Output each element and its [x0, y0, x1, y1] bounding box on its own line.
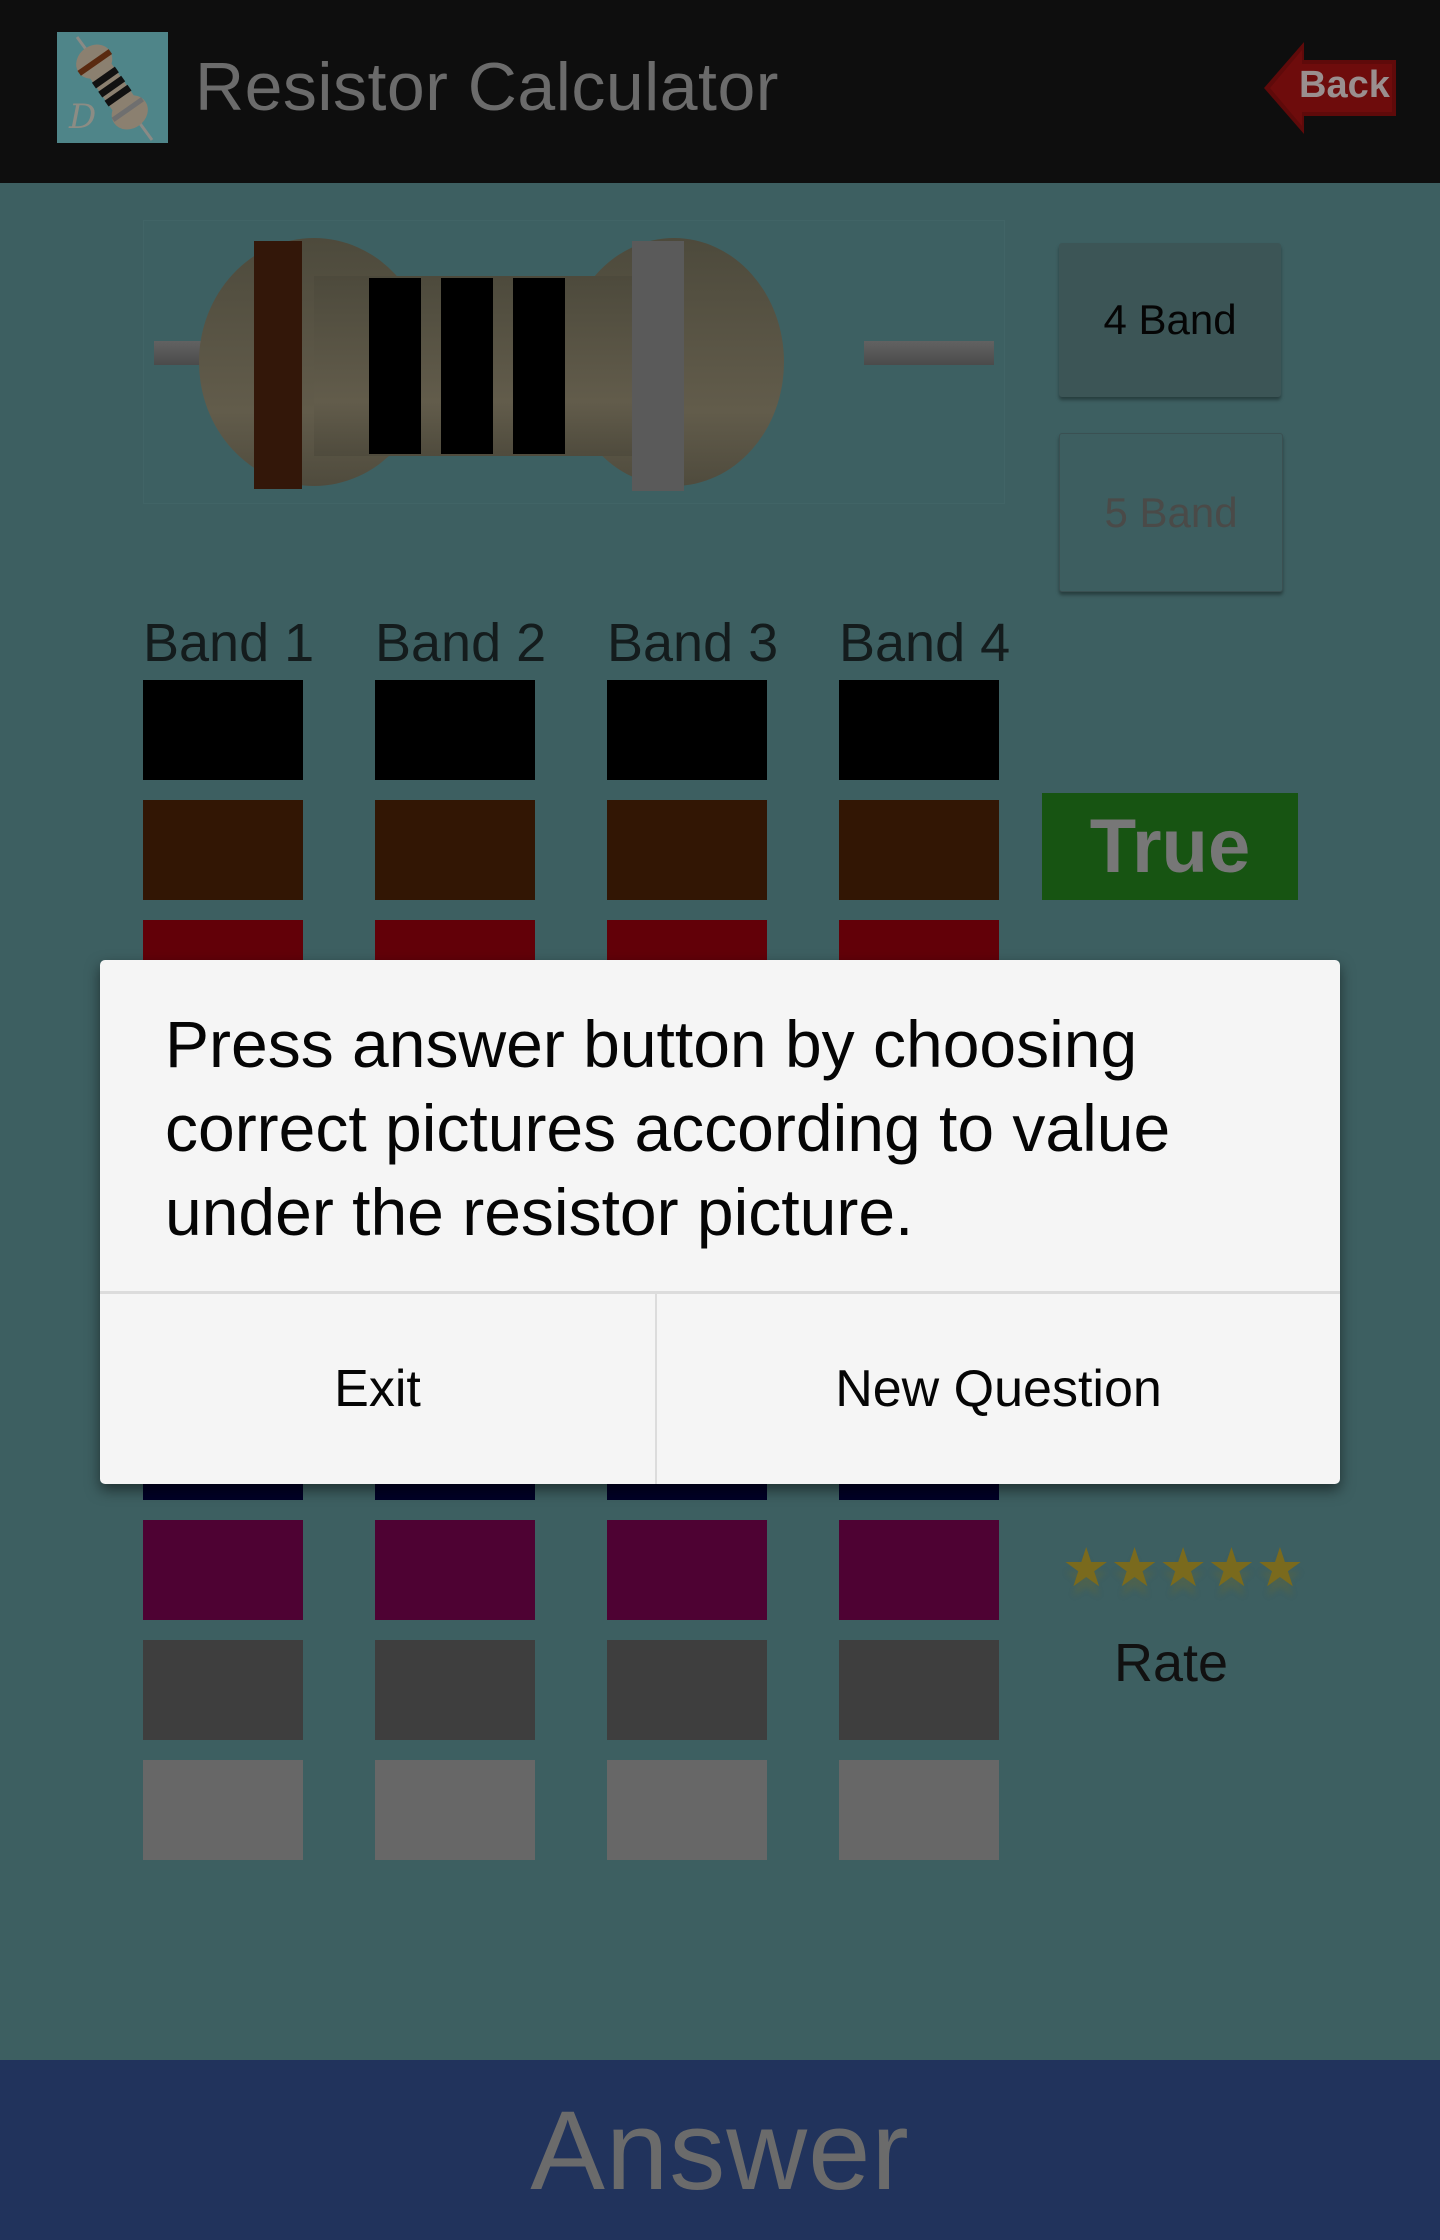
dialog-message: Press answer button by choosing correct …: [165, 1007, 1171, 1249]
swatch-band-2-black[interactable]: [375, 680, 535, 780]
star-icon[interactable]: ★: [1062, 1538, 1110, 1598]
resistor-logo-icon: D: [57, 32, 168, 143]
swatch-band-4-white[interactable]: [839, 1760, 999, 1860]
star-icon[interactable]: ★: [1256, 1538, 1304, 1598]
resistor-band-4: [513, 278, 565, 454]
swatch-band-4-violet[interactable]: [839, 1520, 999, 1620]
resistor-lead-right: [864, 341, 994, 365]
instruction-dialog: Press answer button by choosing correct …: [100, 960, 1340, 1484]
result-badge: True: [1042, 793, 1298, 900]
resistor-band-tolerance: [632, 241, 684, 491]
swatch-band-3-brown[interactable]: [607, 800, 767, 900]
resistor-band-2: [369, 278, 421, 454]
swatch-band-4-gray[interactable]: [839, 1640, 999, 1740]
band-4-label: Band 4: [839, 613, 1011, 673]
rate-button[interactable]: Rate: [1114, 1632, 1228, 1694]
star-icon[interactable]: ★: [1110, 1538, 1158, 1598]
resistor-band-3: [441, 278, 493, 454]
swatch-band-3-gray[interactable]: [607, 1640, 767, 1740]
star-icon[interactable]: ★: [1207, 1538, 1255, 1598]
answer-button[interactable]: Answer: [0, 2060, 1440, 2240]
swatch-band-3-black[interactable]: [607, 680, 767, 780]
band-1-label: Band 1: [143, 613, 315, 673]
resistor-band-1: [254, 241, 302, 489]
back-label: Back: [1299, 64, 1390, 106]
exit-button[interactable]: Exit: [100, 1294, 655, 1484]
new-question-button[interactable]: New Question: [657, 1294, 1340, 1484]
band-2-label: Band 2: [375, 613, 547, 673]
rating-stars[interactable]: ★ ★ ★ ★ ★: [1062, 1538, 1304, 1598]
swatch-band-1-white[interactable]: [143, 1760, 303, 1860]
swatch-band-3-white[interactable]: [607, 1760, 767, 1860]
swatch-band-1-violet[interactable]: [143, 1520, 303, 1620]
swatch-band-2-brown[interactable]: [375, 800, 535, 900]
swatch-band-1-black[interactable]: [143, 680, 303, 780]
swatch-band-3-violet[interactable]: [607, 1520, 767, 1620]
app-title: Resistor Calculator: [195, 49, 779, 125]
swatch-band-2-violet[interactable]: [375, 1520, 535, 1620]
resistor-picture: [143, 220, 1005, 504]
swatch-band-2-gray[interactable]: [375, 1640, 535, 1740]
swatch-band-4-brown[interactable]: [839, 800, 999, 900]
app-header: D Resistor Calculator Back: [0, 0, 1440, 183]
back-button[interactable]: Back: [1262, 38, 1398, 138]
band-3-label: Band 3: [607, 613, 779, 673]
svg-text:D: D: [68, 97, 96, 137]
swatch-band-1-gray[interactable]: [143, 1640, 303, 1740]
resistor-body-middle: [314, 276, 674, 456]
swatch-band-2-white[interactable]: [375, 1760, 535, 1860]
five-band-button[interactable]: 5 Band: [1059, 433, 1283, 592]
swatch-band-4-black[interactable]: [839, 680, 999, 780]
star-icon[interactable]: ★: [1159, 1538, 1207, 1598]
four-band-button[interactable]: 4 Band: [1059, 243, 1281, 397]
swatch-band-1-brown[interactable]: [143, 800, 303, 900]
